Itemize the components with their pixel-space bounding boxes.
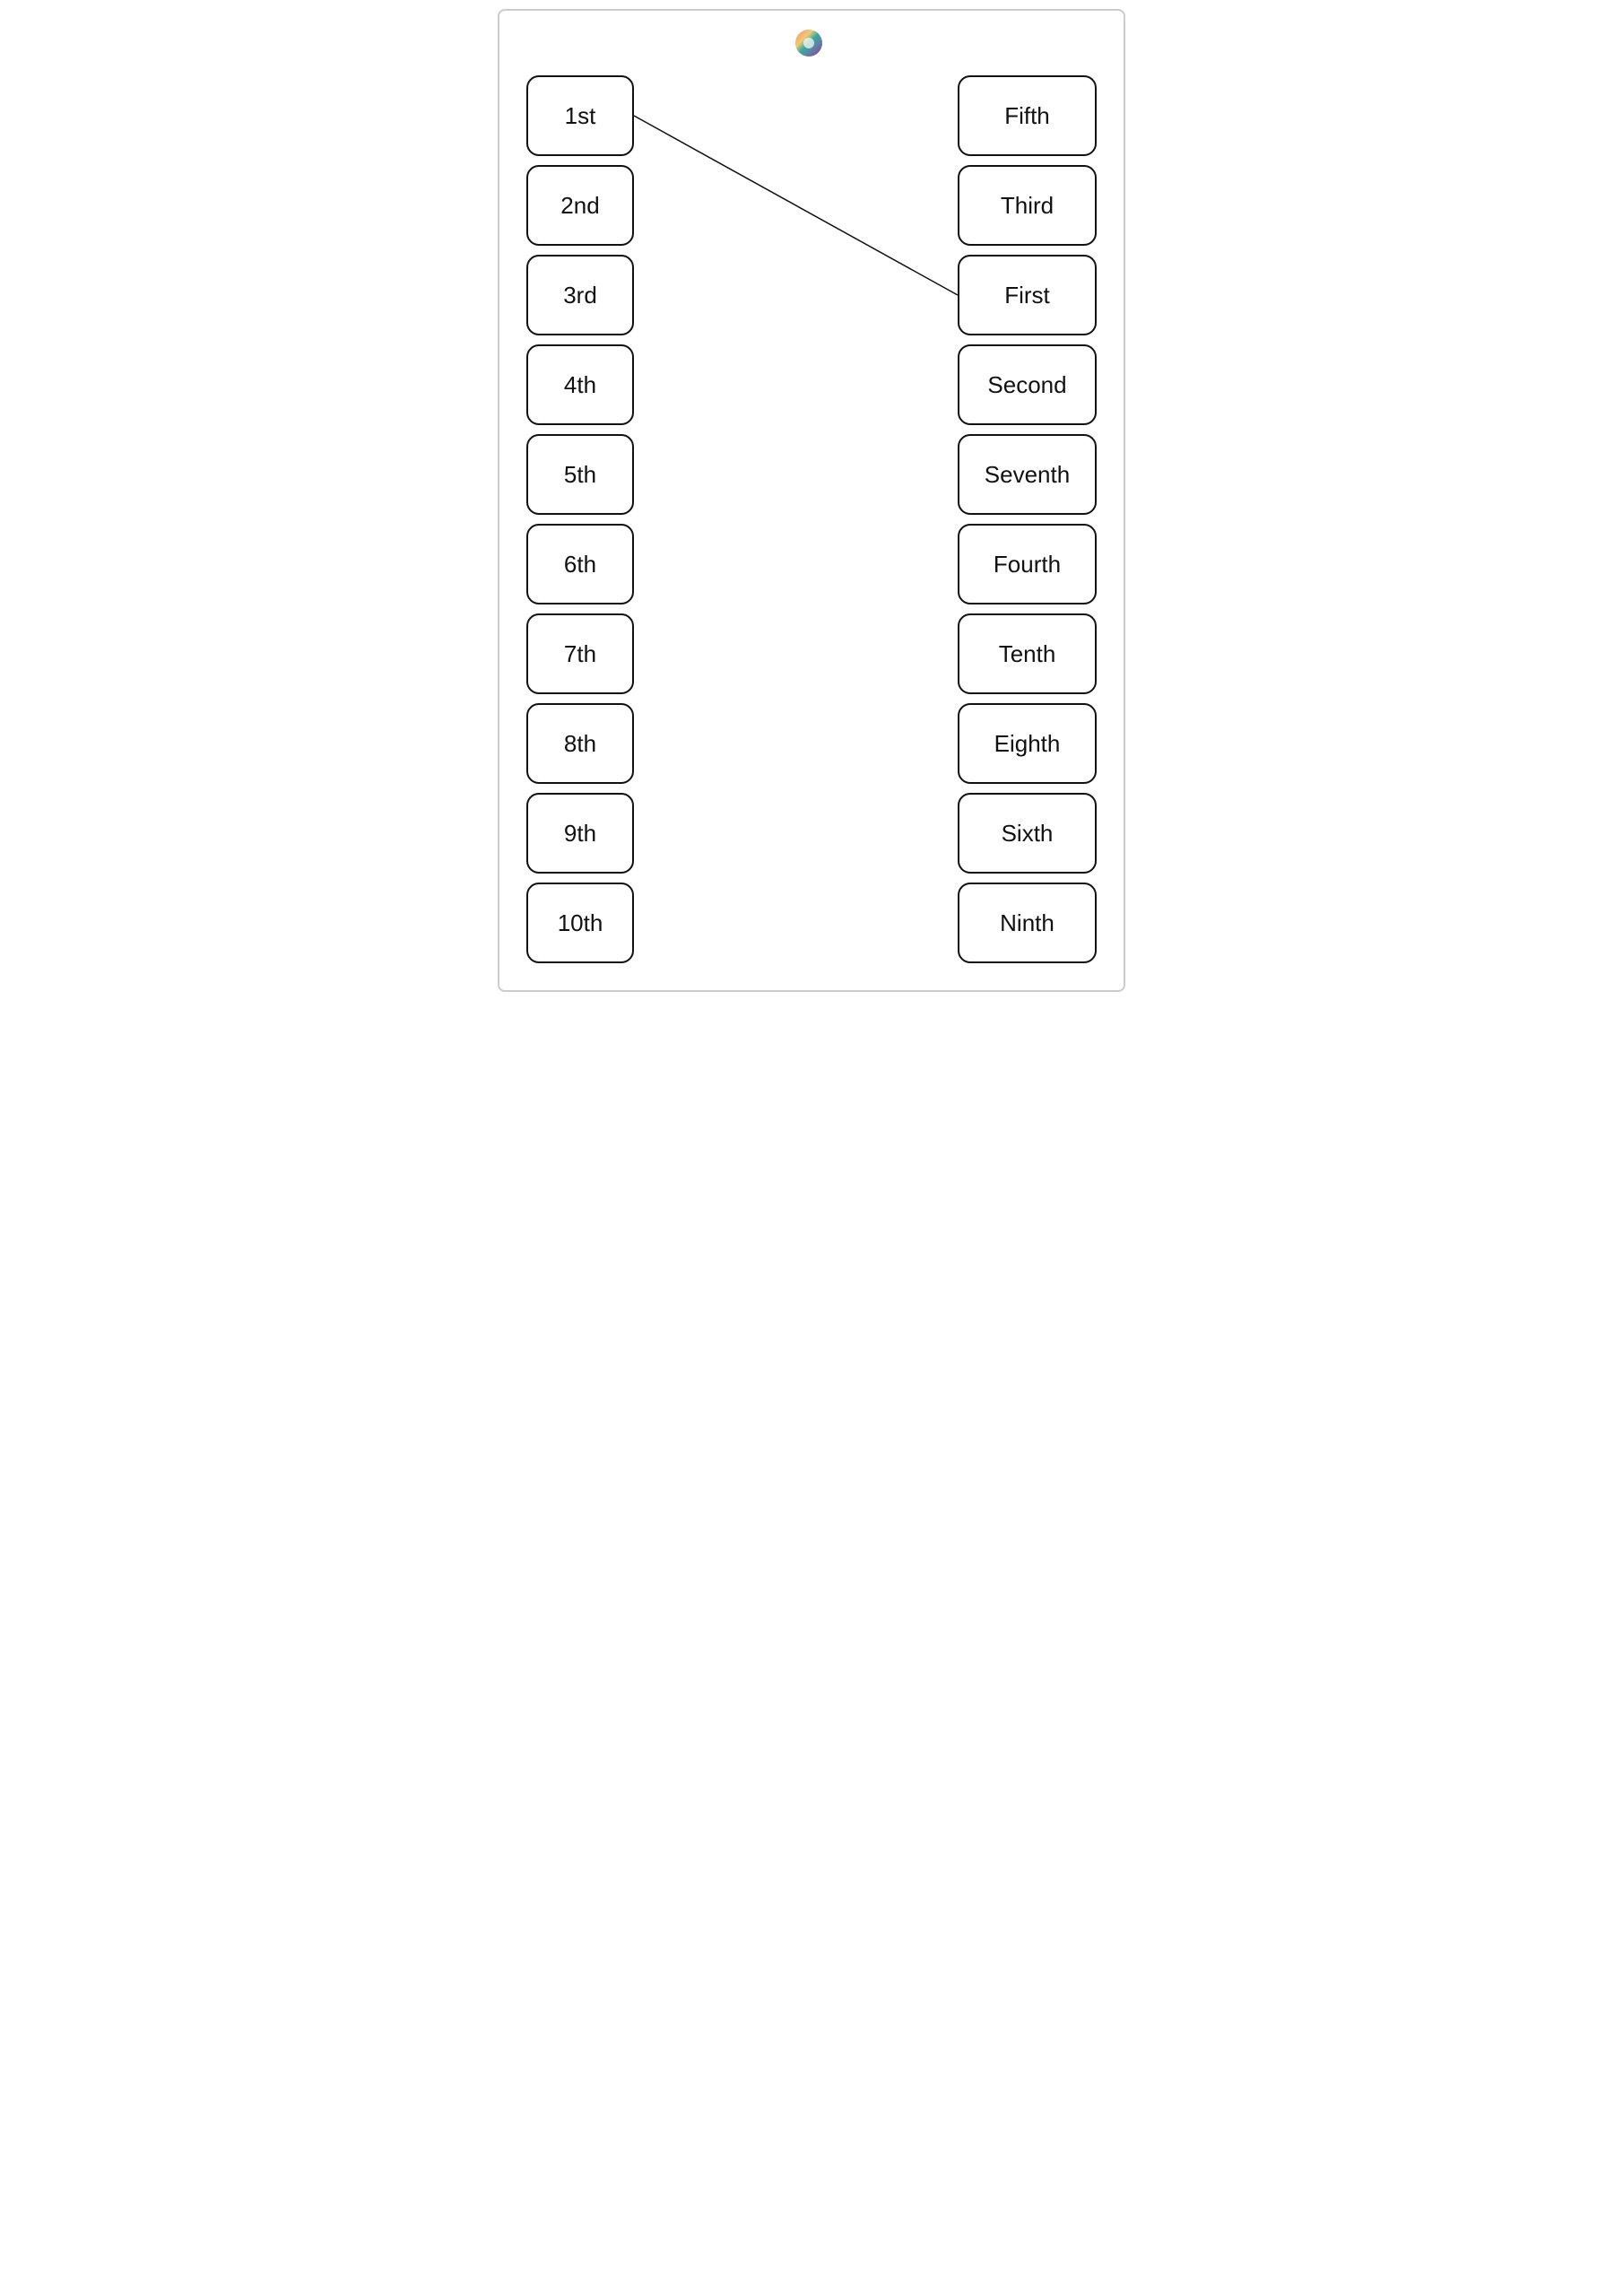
header: [526, 29, 1097, 57]
left-item-4: 4th: [526, 344, 634, 425]
right-item-7: Tenth: [958, 613, 1097, 694]
worksheet-page: 1st 2nd 3rd 4th 5th 6th 7th 8th 9th 10th Fifth Thi…: [498, 9, 1125, 992]
right-item-2: Third: [958, 165, 1097, 246]
right-item-10: Ninth: [958, 883, 1097, 963]
left-item-8: 8th: [526, 703, 634, 784]
content-area: 1st 2nd 3rd 4th 5th 6th 7th 8th 9th 10th Fifth Thi…: [526, 75, 1097, 963]
left-item-2: 2nd: [526, 165, 634, 246]
right-item-6: Fourth: [958, 524, 1097, 604]
right-column: Fifth Third First Second Seventh Fourth Tenth E…: [958, 75, 1097, 963]
left-column: 1st 2nd 3rd 4th 5th 6th 7th 8th 9th 10th: [526, 75, 634, 963]
right-item-8: Eighth: [958, 703, 1097, 784]
right-item-4: Second: [958, 344, 1097, 425]
left-item-9: 9th: [526, 793, 634, 874]
left-item-7: 7th: [526, 613, 634, 694]
left-item-1: 1st: [526, 75, 634, 156]
left-item-3: 3rd: [526, 255, 634, 335]
right-item-1: Fifth: [958, 75, 1097, 156]
right-item-3: First: [958, 255, 1097, 335]
logo-icon: [794, 29, 823, 57]
left-item-6: 6th: [526, 524, 634, 604]
logo-area: [526, 29, 1097, 57]
left-item-5: 5th: [526, 434, 634, 515]
right-item-9: Sixth: [958, 793, 1097, 874]
right-item-5: Seventh: [958, 434, 1097, 515]
left-item-10: 10th: [526, 883, 634, 963]
